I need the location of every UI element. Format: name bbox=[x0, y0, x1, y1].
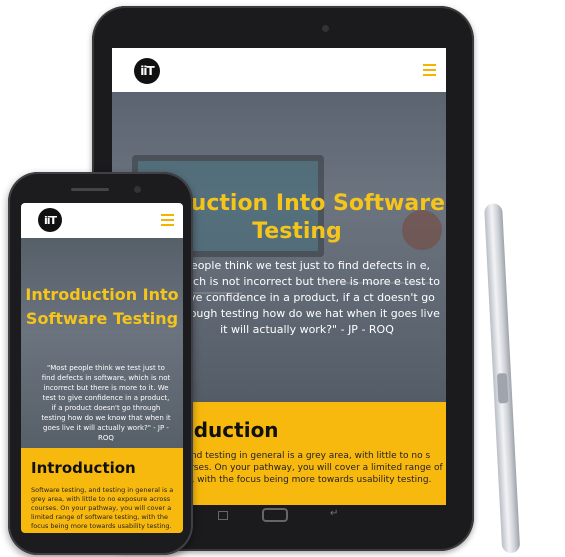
tablet-logo[interactable]: iiT bbox=[134, 58, 160, 84]
phone-hero-quote: "Most people think we test just to find … bbox=[41, 364, 171, 442]
tablet-logo-text: iiT bbox=[140, 64, 154, 78]
stylus-pen bbox=[484, 203, 521, 554]
tablet-site-header: iiT bbox=[112, 48, 446, 92]
tablet-hero-quote: people think we test just to find defect… bbox=[174, 259, 440, 336]
stylus-button bbox=[496, 373, 509, 404]
tablet-intro-text: g, and testing in general is a grey area… bbox=[174, 451, 443, 485]
phone-speaker bbox=[71, 188, 109, 191]
phone-camera bbox=[134, 186, 141, 193]
back-icon[interactable]: ↵ bbox=[330, 508, 338, 519]
hamburger-menu-icon[interactable] bbox=[161, 214, 174, 226]
phone-screen: iiT Introduction Into Software Testing "… bbox=[21, 203, 183, 533]
phone-logo[interactable]: iiT bbox=[38, 208, 62, 232]
phone-hero-title: Introduction Into Software Testing bbox=[25, 285, 179, 328]
recent-apps-icon[interactable] bbox=[218, 511, 228, 520]
tablet-camera bbox=[322, 25, 329, 32]
home-button[interactable] bbox=[262, 508, 288, 522]
phone-intro-heading: Introduction bbox=[31, 459, 136, 477]
hamburger-menu-icon[interactable] bbox=[423, 64, 436, 76]
phone-logo-text: iiT bbox=[43, 213, 57, 227]
phone-intro-text: Software testing, and testing in general… bbox=[31, 486, 174, 530]
tablet-intro-heading: oduction bbox=[180, 418, 279, 442]
phone-site-header: iiT bbox=[21, 203, 183, 238]
